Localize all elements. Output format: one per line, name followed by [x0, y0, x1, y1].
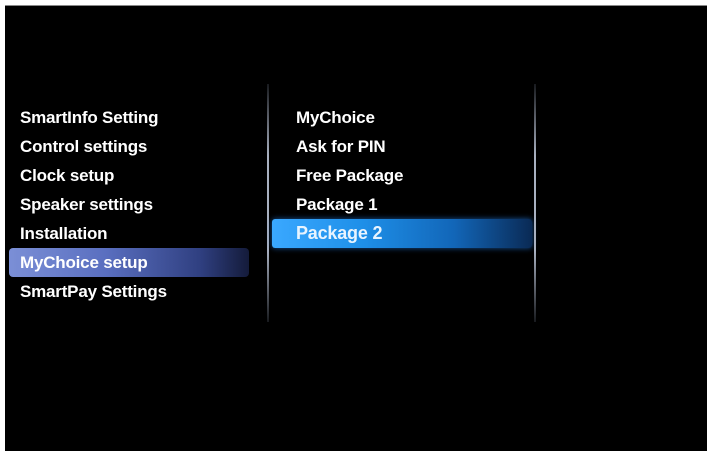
menu-item-speaker-settings[interactable]: Speaker settings — [9, 190, 249, 219]
settings-menu: SmartInfo Setting Control settings Clock… — [9, 103, 249, 306]
menu-item-installation[interactable]: Installation — [9, 219, 249, 248]
mychoice-submenu: MyChoice Ask for PIN Free Package Packag… — [272, 103, 532, 248]
submenu-item-mychoice[interactable]: MyChoice — [272, 103, 532, 132]
submenu-item-package-1[interactable]: Package 1 — [272, 190, 532, 219]
submenu-item-package-2[interactable]: Package 2 — [272, 219, 532, 248]
submenu-item-ask-for-pin[interactable]: Ask for PIN — [272, 132, 532, 161]
menu-item-smartpay-settings[interactable]: SmartPay Settings — [9, 277, 249, 306]
menu-item-smartinfo-setting[interactable]: SmartInfo Setting — [9, 103, 249, 132]
menu-item-clock-setup[interactable]: Clock setup — [9, 161, 249, 190]
menu-item-mychoice-setup[interactable]: MyChoice setup — [9, 248, 249, 277]
menu-item-control-settings[interactable]: Control settings — [9, 132, 249, 161]
tv-menu-screen: SmartInfo Setting Control settings Clock… — [5, 5, 707, 451]
column-divider — [267, 84, 269, 322]
column-divider — [534, 84, 536, 322]
submenu-item-free-package[interactable]: Free Package — [272, 161, 532, 190]
